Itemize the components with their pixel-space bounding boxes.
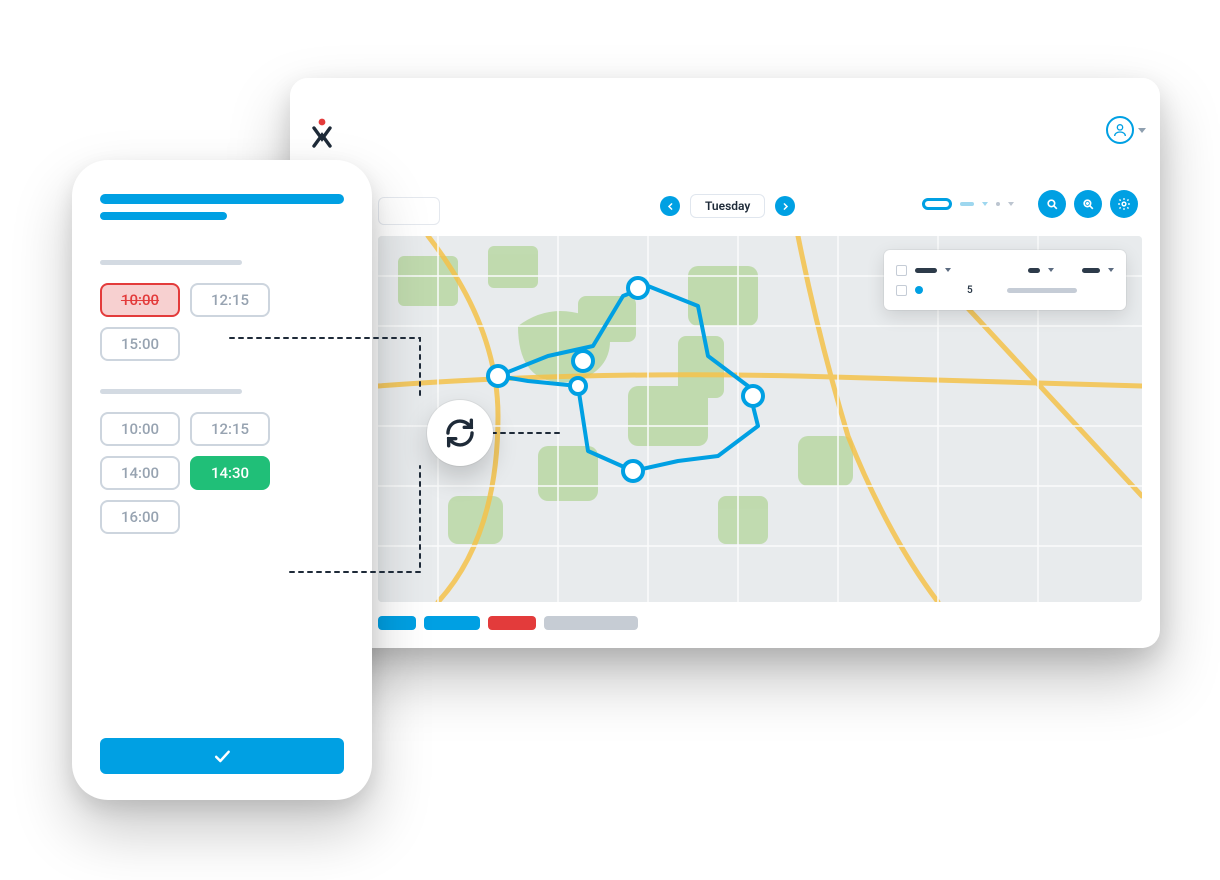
chevron-down-icon [982,202,988,206]
legend-route-dot [915,286,923,294]
toolbar-right [922,190,1138,218]
date-label[interactable]: Tuesday [690,194,765,218]
avatar-caret-icon[interactable] [1138,128,1146,133]
app-logo [310,118,334,148]
browser-window: Tuesday [290,78,1160,648]
refresh-icon [443,416,477,450]
refresh-badge[interactable] [427,400,493,466]
chevron-down-icon [1008,202,1014,206]
search-zoom-button[interactable] [1038,190,1066,218]
time-slot[interactable]: 16:00 [100,500,180,534]
phone-mock: 10:00 12:15 15:00 10:00 12:15 14:00 14:3… [72,160,372,800]
time-slot[interactable]: 12:15 [190,412,270,446]
dot-separator [996,202,1000,206]
map-legend: 5 [884,250,1126,310]
app-header [290,78,1160,178]
toolbar: Tuesday [290,188,1160,234]
time-slot[interactable]: 14:00 [100,456,180,490]
group-divider [100,260,242,265]
confirm-button[interactable] [100,738,344,774]
next-day-button[interactable] [775,196,795,216]
time-slot-selected[interactable]: 14:30 [190,456,270,490]
date-navigator: Tuesday [660,194,795,218]
legend-checkbox[interactable] [896,265,907,276]
avatar[interactable] [1106,116,1134,144]
route-toggle-pill[interactable] [922,198,952,210]
time-slot[interactable]: 12:15 [190,283,270,317]
filter-pill[interactable] [960,202,974,206]
zoom-in-button[interactable] [1074,190,1102,218]
chip[interactable] [424,616,480,630]
status-chips [378,616,638,630]
time-slot[interactable]: 15:00 [100,327,180,361]
map-viewport[interactable]: 5 [378,236,1142,602]
chip[interactable] [488,616,536,630]
check-icon [212,746,232,766]
legend-route-count: 5 [967,285,973,296]
search-input[interactable] [378,197,440,225]
time-slot-cancelled[interactable]: 10:00 [100,283,180,317]
time-slot[interactable]: 10:00 [100,412,180,446]
chip[interactable] [544,616,638,630]
chip[interactable] [378,616,416,630]
prev-day-button[interactable] [660,196,680,216]
legend-checkbox[interactable] [896,285,907,296]
group-divider [100,389,242,394]
phone-title-bar [100,194,344,204]
phone-subtitle-bar [100,212,227,220]
settings-button[interactable] [1110,190,1138,218]
